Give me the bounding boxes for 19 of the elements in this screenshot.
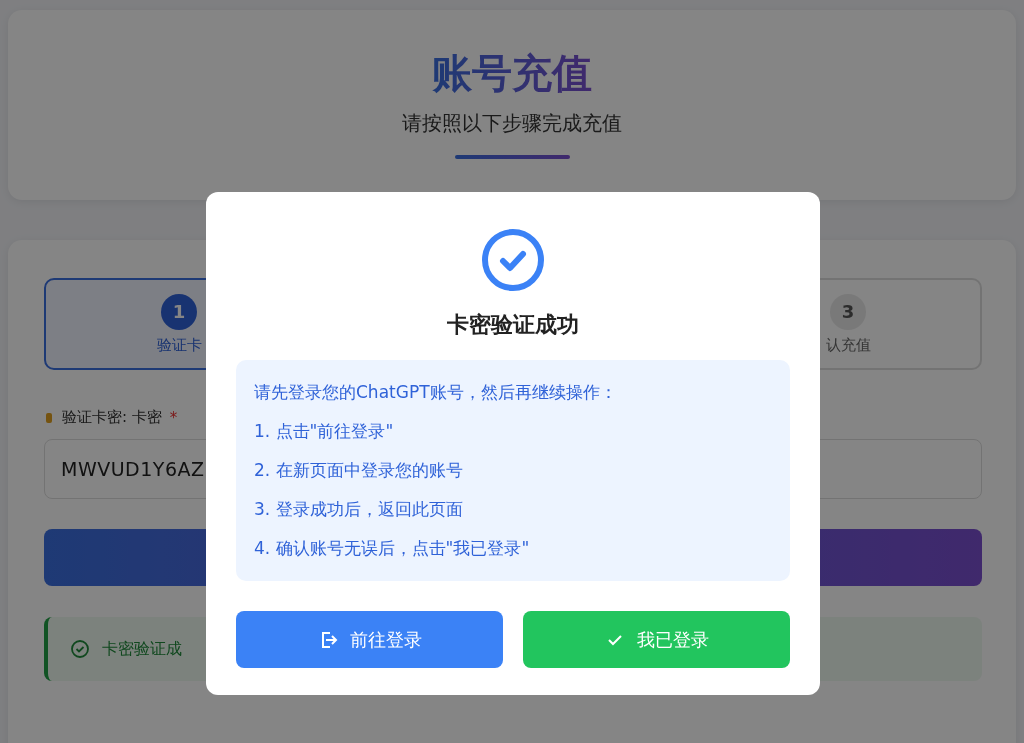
field-label: 验证卡密: 卡密 bbox=[62, 408, 162, 427]
go-login-button[interactable]: 前往登录 bbox=[236, 611, 503, 668]
instruction-text: 请先登录您的ChatGPT账号，然后再继续操作： bbox=[254, 381, 618, 404]
check-circle-icon bbox=[70, 639, 90, 659]
alert-text: 卡密验证成 bbox=[102, 638, 182, 660]
step-label: 认充值 bbox=[825, 335, 871, 355]
step-label: 验证卡 bbox=[156, 335, 202, 355]
instruction-step: 3. 登录成功后，返回此页面 bbox=[254, 497, 772, 522]
check-circle-icon bbox=[481, 228, 545, 292]
instruction-step: 1. 点击"前往登录" bbox=[254, 419, 772, 444]
instruction-step: 4. 确认账号无误后，点击"我已登录" bbox=[254, 536, 772, 561]
step-number: 1 bbox=[161, 293, 197, 330]
instruction-step: 2. 在新页面中登录您的账号 bbox=[254, 458, 772, 483]
page-subtitle: 请按照以下步骤完成充值 bbox=[402, 110, 622, 137]
logged-in-button[interactable]: 我已登录 bbox=[523, 611, 790, 668]
dialog-title: 卡密验证成功 bbox=[447, 311, 579, 339]
step-number: 3 bbox=[830, 293, 866, 330]
key-icon bbox=[44, 411, 54, 424]
required-mark: * bbox=[169, 408, 178, 427]
